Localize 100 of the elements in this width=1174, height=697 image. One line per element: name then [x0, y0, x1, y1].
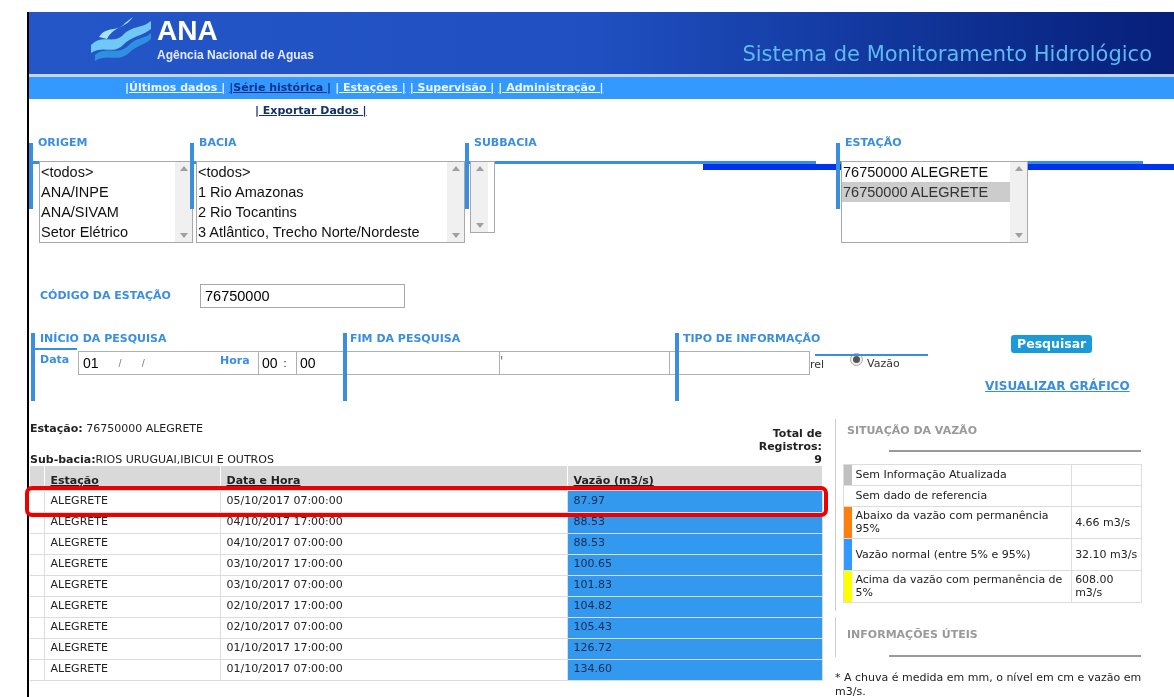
legend-value: 608.00 m3/s [1071, 570, 1142, 602]
scroll-up-arrow-icon [451, 166, 460, 171]
column-bar [343, 333, 347, 401]
table-row[interactable]: ALEGRETE 02/10/2017 07:00:00 105.43 [30, 617, 823, 638]
section-label: TIPO DE INFORMAÇÃO [683, 330, 822, 347]
column-bar [465, 143, 469, 209]
table-cell: 03/10/2017 17:00:00 [220, 554, 567, 575]
list-option[interactable]: 2 Rio Tocantins [197, 202, 447, 222]
minute-field[interactable]: 00 [297, 351, 500, 375]
table-cell: ALEGRETE [44, 575, 220, 596]
column-bar [190, 143, 194, 209]
table-cell: 04/10/2017 17:00:00 [220, 512, 567, 533]
table-cell: 126.72 [567, 638, 823, 659]
list-option[interactable]: 1 Rio Amazonas [197, 182, 447, 202]
scroll-up-arrow-icon [475, 166, 484, 171]
filter-label: SUBBACIA [473, 135, 538, 151]
filter-label: ORIGEM [37, 135, 89, 151]
list-box[interactable]: 76750000 ALEGRETE 76750000 ALEGRETE [841, 161, 1028, 243]
date-field[interactable]: 01 / / [78, 351, 220, 375]
scroll-down-arrow-icon [451, 233, 460, 238]
legend-label: Acima da vazão com permanência de 5% [852, 570, 1072, 602]
table-row[interactable]: ALEGRETE 01/10/2017 07:00:00 134.60 [30, 659, 823, 680]
table-cell: 100.65 [567, 554, 823, 575]
column-bar [31, 333, 35, 401]
scroll-down-arrow-icon [179, 233, 188, 238]
list-option[interactable]: 76750000 ALEGRETE [842, 182, 1010, 202]
table-cell: 02/10/2017 17:00:00 [220, 596, 567, 617]
table-cell: ALEGRETE [44, 596, 220, 617]
filter-label: ESTAÇÃO [844, 135, 903, 151]
table-row[interactable]: ALEGRETE 04/10/2017 17:00:00 88.53 [30, 512, 823, 533]
scroll-up-arrow-icon [179, 166, 188, 171]
column-bar [675, 333, 679, 401]
legend-value: 32.10 m3/s [1071, 538, 1142, 570]
section-label: INÍCIO DA PESQUISA [40, 330, 168, 347]
text-field[interactable] [670, 351, 810, 375]
table-cell: ALEGRETE [44, 533, 220, 554]
legend-label: Vazão normal (entre 5% e 95%) [852, 538, 1072, 570]
hour-field[interactable]: 00 : [258, 351, 297, 375]
table-cell: 02/10/2017 07:00:00 [220, 617, 567, 638]
table-row[interactable]: ALEGRETE 03/10/2017 17:00:00 100.65 [30, 554, 823, 575]
table-cell: 01/10/2017 07:00:00 [220, 659, 567, 680]
legend-label: Sem Informação Atualizada [852, 464, 1072, 485]
list-option[interactable]: <todos> [197, 162, 447, 182]
table-cell: ALEGRETE [44, 659, 220, 680]
filter-label: BACIA [198, 135, 238, 151]
table-cell: 88.53 [567, 533, 823, 554]
station-summary: Estação: 76750000 ALEGRETE [30, 421, 205, 437]
nav-link[interactable]: | Exportar Dados | [255, 102, 367, 120]
table-cell: 01/10/2017 17:00:00 [220, 638, 567, 659]
table-cell: ALEGRETE [44, 617, 220, 638]
legend-label: Abaixo da vazão com permanência 95% [852, 506, 1072, 538]
table-row[interactable]: ALEGRETE 05/10/2017 07:00:00 87.97 [30, 491, 823, 512]
field-label: Data [40, 352, 71, 368]
table-cell: ALEGRETE [44, 491, 220, 512]
list-box[interactable]: <todos> 1 Rio Amazonas 2 Rio Tocantins 3 Atlântico, Trecho Norte/Nordeste [196, 161, 465, 243]
option-label: rel [810, 357, 826, 373]
list-box[interactable] [470, 161, 495, 233]
column-header[interactable]: Estação [44, 466, 220, 491]
wave-logo-icon [89, 15, 153, 63]
text-field[interactable]: ' [500, 351, 670, 375]
scroll-down-arrow-icon [1014, 233, 1023, 238]
table-cell: ALEGRETE [44, 554, 220, 575]
station-code-field[interactable]: 76750000 [200, 284, 405, 308]
list-option[interactable]: Setor Elétrico [40, 222, 175, 242]
list-option[interactable]: <todos> [40, 162, 175, 182]
list-option[interactable]: ANA/INPE [40, 182, 175, 202]
list-option[interactable]: 3 Atlântico, Trecho Norte/Nordeste [197, 222, 447, 242]
system-title: Sistema de Monitoramento Hidrológico [742, 41, 1152, 69]
table-cell: 134.60 [567, 659, 823, 680]
nav-link[interactable]: |Série histórica | [229, 79, 332, 97]
info-note: * A chuva é medida em mm, o nível em cm e vazão em m3/s. [835, 671, 1143, 697]
subbasin-summary: Sub-bacia:RIOS URUGUAI,IBICUI E OUTROS [30, 451, 274, 468]
agency-name: Agência Nacional de Aguas [157, 47, 314, 63]
table-row[interactable]: ALEGRETE 03/10/2017 07:00:00 101.83 [30, 575, 823, 596]
legend-value: 4.66 m3/s [1071, 506, 1142, 538]
table-cell: 03/10/2017 07:00:00 [220, 575, 567, 596]
table-cell: ALEGRETE [44, 638, 220, 659]
radio-label: Vazão [867, 356, 900, 372]
section-title: SITUAÇÃO DA VAZÃO [847, 423, 978, 439]
list-option[interactable]: ANA/SIVAM [40, 202, 175, 222]
table-cell: 04/10/2017 07:00:00 [220, 533, 567, 554]
list-box[interactable]: <todos> ANA/INPE ANA/SIVAM Setor Elétrico [39, 161, 193, 243]
table-cell: 105.43 [567, 617, 823, 638]
table-cell: 05/10/2017 07:00:00 [220, 491, 567, 512]
table-cell: ALEGRETE [44, 512, 220, 533]
table-cell: 104.82 [567, 596, 823, 617]
field-label: Hora [220, 351, 258, 375]
logo-text: ANA [157, 17, 219, 45]
table-row[interactable]: ALEGRETE 01/10/2017 17:00:00 126.72 [30, 638, 823, 659]
legend-label: Sem dado de referencia [852, 485, 1072, 506]
column-header[interactable]: Data e Hora [220, 466, 567, 491]
total-count: 9 [814, 453, 822, 466]
section-title: INFORMAÇÕES ÚTEIS [847, 626, 979, 643]
list-option[interactable]: 76750000 ALEGRETE [842, 162, 1010, 182]
scroll-up-arrow-icon [1014, 166, 1023, 171]
field-label: CÓDIGO DA ESTAÇÃO [40, 287, 172, 304]
table-row[interactable]: ALEGRETE 02/10/2017 17:00:00 104.82 [30, 596, 823, 617]
table-cell: 101.83 [567, 575, 823, 596]
table-row[interactable]: ALEGRETE 04/10/2017 07:00:00 88.53 [30, 533, 823, 554]
table-cell: 87.97 [567, 491, 823, 512]
